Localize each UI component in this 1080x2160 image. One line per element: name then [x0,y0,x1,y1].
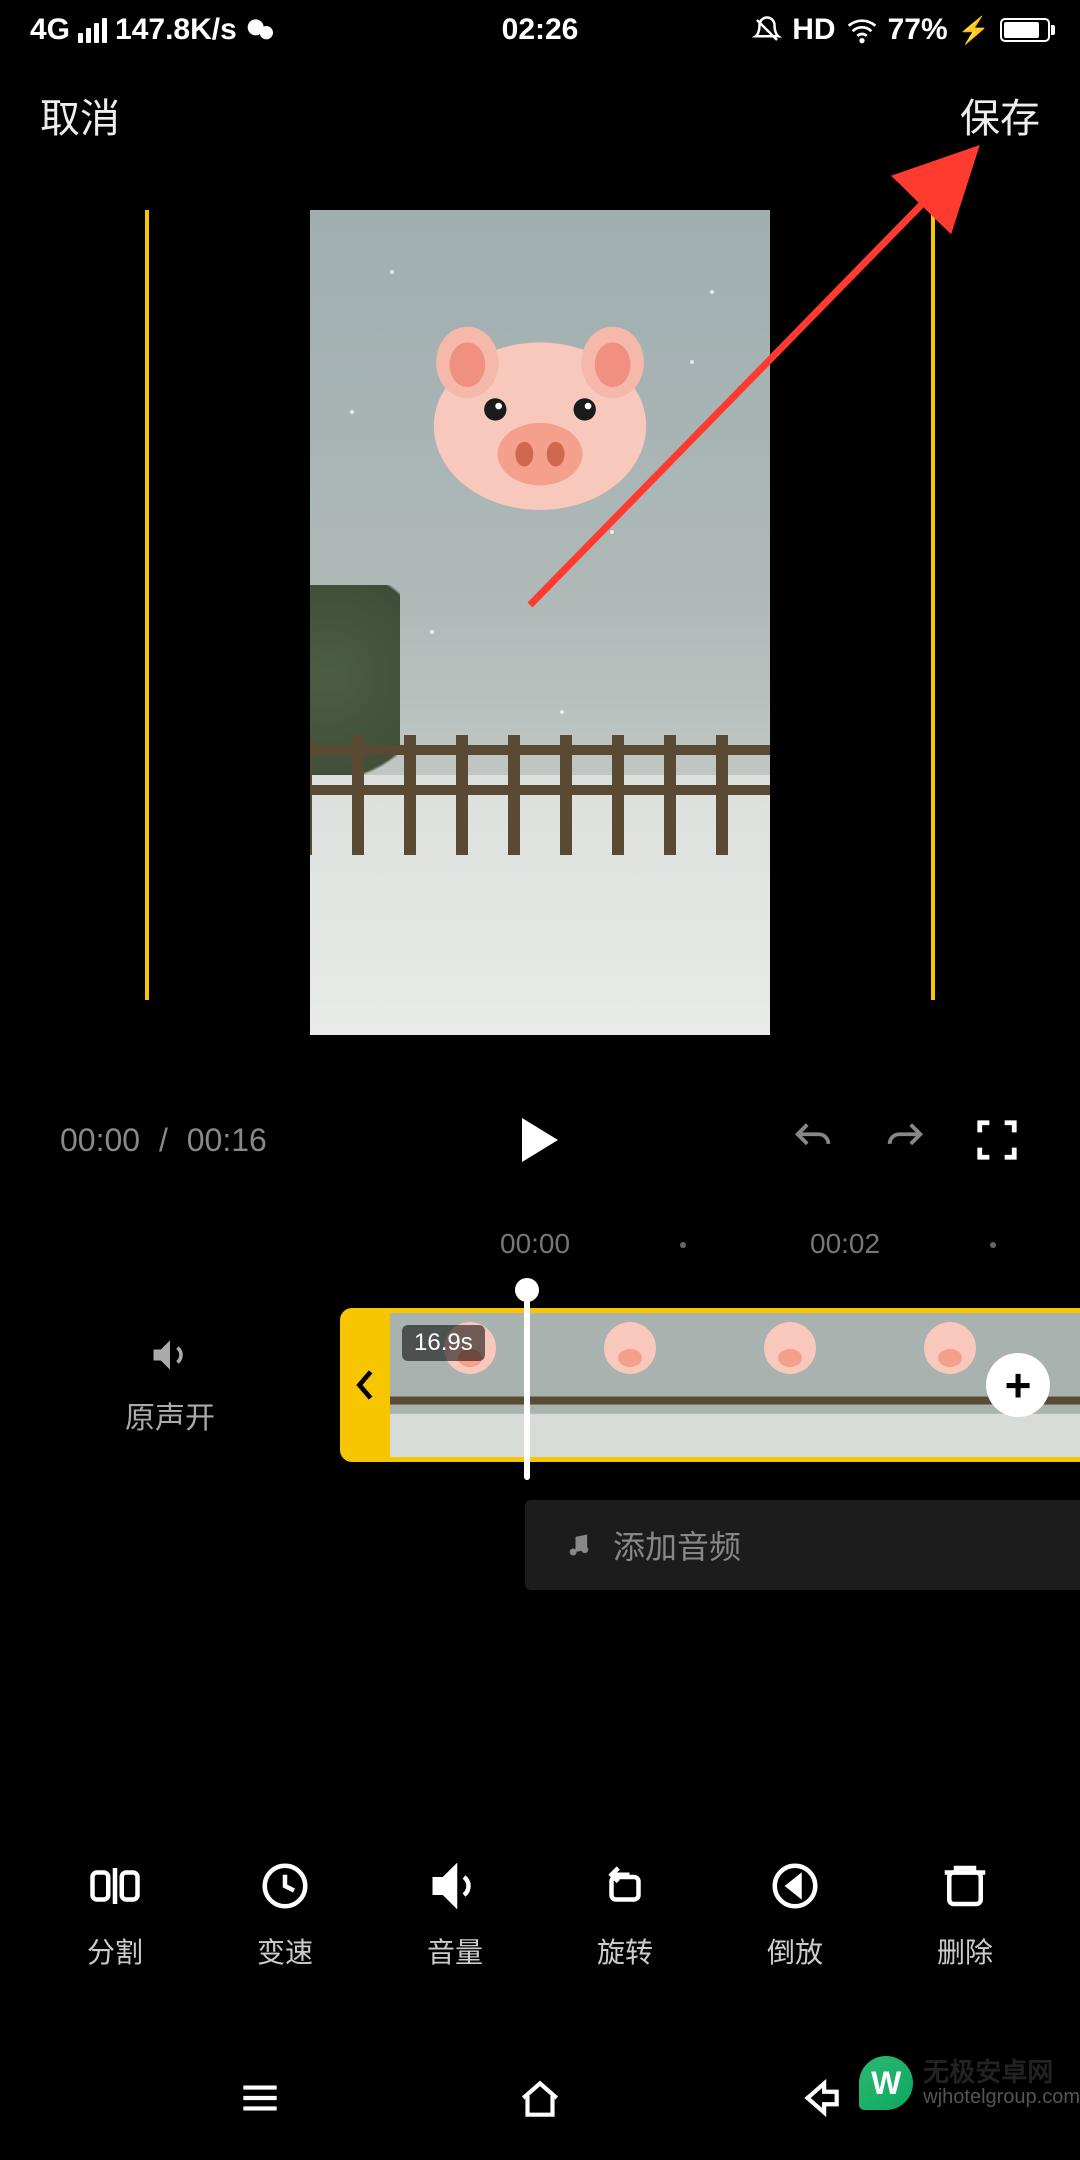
timeline-frame [710,1313,870,1457]
status-time: 02:26 [502,13,579,47]
ruler-dot [680,1242,686,1248]
video-preview[interactable] [310,210,770,1035]
rotate-button[interactable]: 旋转 [597,1859,653,1971]
fullscreen-button[interactable] [974,1117,1020,1163]
add-audio-button[interactable]: 添加音频 [525,1500,1080,1590]
clip-duration-badge: 16.9s [402,1325,485,1361]
battery-icon [1000,18,1050,42]
ruler-tick: 00:00 [500,1228,570,1260]
clip-strip[interactable]: 16.9s + [390,1308,1080,1462]
status-bar: 4G 147.8K/s 02:26 HD 77% ⚡ [0,0,1080,60]
ruler-tick: 00:02 [810,1228,880,1260]
network-speed: 147.8K/s [115,13,237,47]
play-button[interactable] [522,1118,558,1162]
speed-icon [258,1859,312,1913]
nav-back-button[interactable] [795,2073,845,2128]
watermark-url: wjhotelgroup.com [923,2086,1080,2108]
save-button[interactable]: 保存 [960,86,1040,144]
watermark-brand: 无极安卓网 [923,2058,1080,2087]
reverse-button[interactable]: 倒放 [767,1859,823,1971]
clip-bound-left[interactable] [145,210,149,1000]
status-right: HD 77% ⚡ [752,13,1050,47]
speed-button[interactable]: 变速 [257,1859,313,1971]
dnd-icon [752,15,782,45]
rotate-icon [598,1859,652,1913]
nav-menu-button[interactable] [235,2073,285,2128]
plus-icon: + [1005,1358,1032,1412]
add-audio-label: 添加音频 [613,1522,741,1568]
wechat-icon [245,14,277,46]
volume-icon [428,1859,482,1913]
music-note-icon [565,1531,593,1559]
chevron-left-icon [355,1370,375,1400]
playhead[interactable] [524,1290,530,1480]
watermark-logo: W [859,2056,913,2110]
timeline-ruler: 00:00 00:02 [0,1228,1080,1278]
total-time: 00:16 [187,1122,267,1158]
speaker-icon [148,1333,192,1377]
status-left: 4G 147.8K/s [30,13,277,47]
play-icon [522,1118,558,1162]
split-button[interactable]: 分割 [87,1859,143,1971]
ruler-dot [990,1242,996,1248]
original-sound-toggle[interactable]: 原声开 [0,1333,340,1437]
timeline[interactable]: 原声开 16.9s + [0,1300,1080,1470]
hd-label: HD [792,13,835,47]
timeline-frame [550,1313,710,1457]
delete-button[interactable]: 删除 [937,1859,993,1971]
watermark: W 无极安卓网 wjhotelgroup.com [859,2056,1080,2110]
wifi-icon [846,14,878,46]
trash-icon [938,1859,992,1913]
nav-home-button[interactable] [515,2073,565,2128]
reverse-icon [768,1859,822,1913]
add-clip-button[interactable]: + [986,1353,1050,1417]
pig-sticker [425,320,655,510]
clip-bound-right[interactable] [931,210,935,1000]
undo-button[interactable] [790,1117,836,1163]
preview-area [0,210,1080,1090]
clip-handle-left[interactable] [340,1308,390,1462]
current-time: 00:00 [60,1122,140,1158]
playback-row: 00:00 / 00:16 [0,1095,1080,1185]
time-display: 00:00 / 00:16 [60,1122,267,1159]
tool-bar: 分割 变速 音量 旋转 倒放 删除 [0,1830,1080,2000]
split-icon [88,1859,142,1913]
volume-button[interactable]: 音量 [427,1859,483,1971]
network-type: 4G [30,13,70,47]
cancel-button[interactable]: 取消 [40,86,120,144]
editor-header: 取消 保存 [0,70,1080,160]
charging-icon: ⚡ [958,15,990,46]
battery-pct: 77% [888,13,948,47]
signal-icon [78,18,107,43]
redo-button[interactable] [882,1117,928,1163]
original-sound-label: 原声开 [125,1393,215,1437]
